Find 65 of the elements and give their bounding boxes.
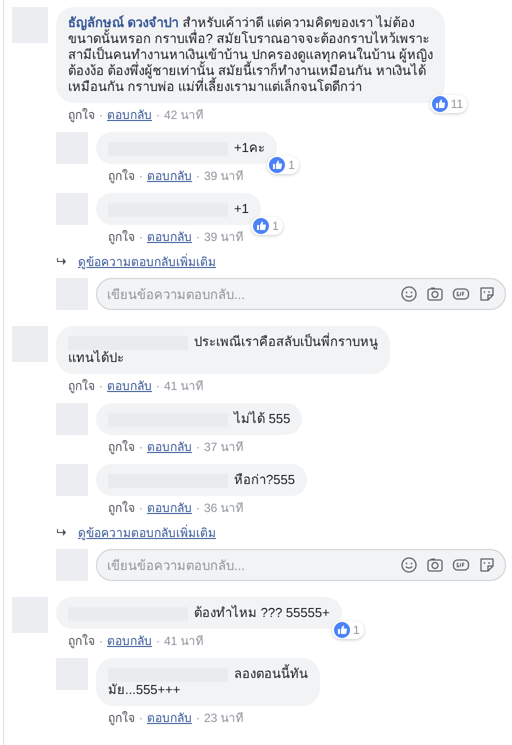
like-count: 11 (430, 95, 468, 113)
separator-dot: · (196, 439, 200, 455)
reply-arrow-icon (56, 529, 66, 537)
timestamp: 23 นาที (204, 710, 244, 726)
separator-dot: · (196, 229, 200, 245)
comment-text: ไม่ได้ 555 (234, 411, 290, 426)
timestamp: 41 นาที (164, 633, 204, 649)
like-link[interactable]: ถูกใจ (108, 439, 135, 455)
reply-link[interactable]: ตอบกลับ (147, 500, 192, 516)
like-link[interactable]: ถูกใจ (108, 500, 135, 516)
comment-text: +1 (234, 201, 249, 216)
sticker-icon[interactable] (478, 285, 496, 303)
camera-icon[interactable] (426, 285, 444, 303)
author-name[interactable]: ธัญลักษณ์ ดวงจำปา (68, 15, 179, 30)
separator-dot: · (139, 229, 143, 245)
reply-link[interactable]: ตอบกลับ (107, 633, 152, 649)
reply-link[interactable]: ตอบกลับ (147, 229, 192, 245)
separator-dot: · (139, 168, 143, 184)
separator-dot: · (139, 710, 143, 726)
like-count: 1 (267, 156, 299, 174)
like-link[interactable]: ถูกใจ (68, 378, 95, 394)
reply-link[interactable]: ตอบกลับ (107, 378, 152, 394)
timestamp: 39 นาที (204, 229, 244, 245)
separator-dot: · (196, 500, 200, 516)
view-more-replies-link[interactable]: ดูข้อความตอบกลับเพิ่มเติม (74, 254, 216, 270)
timestamp: 36 นาที (204, 500, 244, 516)
reply-field[interactable]: เขียนข้อความตอบกลับ... (96, 549, 506, 581)
comment-text: ธัญลักษณ์ ดวงจำปา สำหรับเค้าว่าดี แต่ความคิดของเรา ไม่ต้อง ขนาดนั้นหรอก กราบเพื่อ? สมัยโบราณอาจจะต้องกราบไหว้เพราะ สามีเป็นคนทำงานหาเงินเข้าบ้าน ปกครองดูแลทุกคนในบ้าน ผู้หญิง ต้องง้อ ต้องพึ่งผู้ชายเท่านั้น สมัยนี้เราก็ทำงานเหมือนกัน หาเงินได้ เหมือนกัน กราบพ่อ แม่ที่เลี้ยงเรามาแต่เล็กจนโตดีกว่า (68, 15, 434, 94)
comment-text: หือก่า?555 (234, 472, 295, 487)
view-more-replies-link[interactable]: ดูข้อความตอบกลับเพิ่มเติม (74, 525, 216, 541)
comment-text: ต้องทำไหม ??? 55555+ (194, 605, 330, 620)
timestamp: 37 นาที (204, 439, 244, 455)
reply-link[interactable]: ตอบกลับ (147, 710, 192, 726)
like-count: 1 (251, 217, 283, 235)
sticker-icon[interactable] (478, 556, 496, 574)
like-link[interactable]: ถูกใจ (108, 168, 135, 184)
separator-dot: · (99, 633, 103, 649)
timestamp: 39 นาที (204, 168, 244, 184)
timestamp: 41 นาที (164, 378, 204, 394)
separator-dot: · (139, 439, 143, 455)
smiley-icon[interactable] (400, 556, 418, 574)
camera-icon[interactable] (426, 556, 444, 574)
separator-dot: · (156, 107, 160, 123)
separator-dot: · (196, 710, 200, 726)
separator-dot: · (156, 378, 160, 394)
reply-link[interactable]: ตอบกลับ (147, 168, 192, 184)
reply-arrow-icon (56, 258, 66, 266)
comment-text: ประเพณีเราคือสลับเป็นพี่กราบหนู แทนได้ปะ (68, 334, 378, 365)
comment-text: +1คะ (234, 140, 265, 155)
reply-link[interactable]: ตอบกลับ (147, 439, 192, 455)
separator-dot: · (196, 168, 200, 184)
reply-link[interactable]: ตอบกลับ (107, 107, 152, 123)
like-link[interactable]: ถูกใจ (108, 229, 135, 245)
separator-dot: · (139, 500, 143, 516)
timestamp: 42 นาที (164, 107, 204, 123)
like-link[interactable]: ถูกใจ (68, 107, 95, 123)
like-link[interactable]: ถูกใจ (108, 710, 135, 726)
separator-dot: · (156, 633, 160, 649)
like-count: 1 (332, 621, 364, 639)
like-link[interactable]: ถูกใจ (68, 633, 95, 649)
reply-field[interactable]: เขียนข้อความตอบกลับ... (96, 278, 506, 310)
separator-dot: · (99, 107, 103, 123)
comment-text: ลองตอนนี้ทัน มัย...555+++ (108, 666, 308, 697)
separator-dot: · (99, 378, 103, 394)
smiley-icon[interactable] (400, 285, 418, 303)
